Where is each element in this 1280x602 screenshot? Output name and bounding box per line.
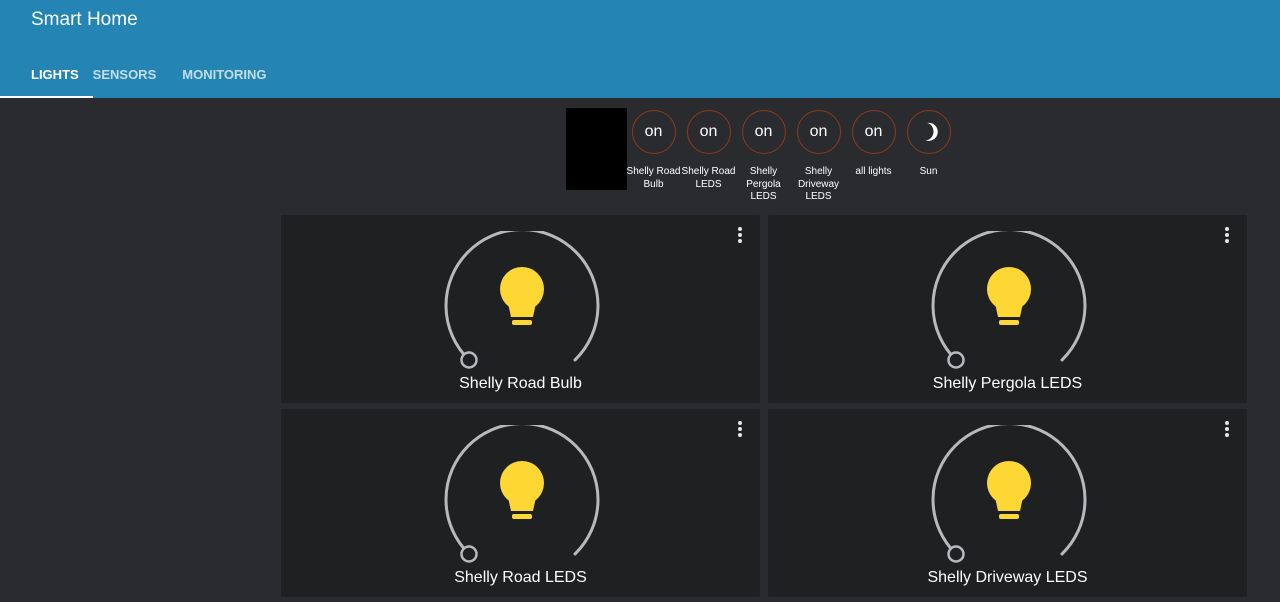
- dial-handle: [460, 351, 478, 369]
- light-name: Shelly Pergola LEDS: [932, 375, 1083, 392]
- tab-bar: LIGHTS SENSORS MONITORING: [0, 54, 280, 98]
- brightness-dial[interactable]: [931, 231, 1087, 371]
- more-vert-icon[interactable]: [734, 225, 746, 245]
- light-card-shelly-road-leds: Shelly Road LEDS: [281, 409, 760, 597]
- badge-label: Sun: [919, 166, 938, 177]
- light-card-shelly-road-bulb: Shelly Road Bulb: [281, 215, 760, 403]
- badge-shelly-road-leds[interactable]: on Shelly Road LEDS: [681, 110, 736, 191]
- badge-shelly-pergola-leds[interactable]: on Shelly Pergola LEDS: [736, 110, 791, 204]
- badge-state: on: [796, 110, 841, 154]
- app-header: Smart Home LIGHTS SENSORS MONITORING: [0, 0, 1280, 98]
- lightbulb-icon: [987, 267, 1031, 325]
- brightness-dial[interactable]: [444, 425, 600, 565]
- more-vert-icon[interactable]: [1221, 225, 1233, 245]
- badge-state: on: [741, 110, 786, 154]
- light-name: Shelly Driveway LEDS: [927, 569, 1088, 586]
- badge-label: all lights: [855, 166, 892, 177]
- badge-shelly-driveway-leds[interactable]: on Shelly Driveway LEDS: [791, 110, 846, 204]
- dial-handle: [947, 351, 965, 369]
- lightbulb-icon: [500, 461, 544, 519]
- badge-label: Shelly Driveway LEDS: [797, 166, 840, 202]
- badge-state: on: [851, 110, 896, 154]
- tab-monitoring[interactable]: MONITORING: [169, 54, 279, 98]
- badge-state: on: [631, 110, 676, 154]
- app-title: Smart Home: [31, 9, 138, 30]
- badge-label: Shelly Road Bulb: [626, 166, 681, 190]
- tab-lights-label: LIGHTS: [31, 67, 79, 82]
- more-vert-icon[interactable]: [1221, 419, 1233, 439]
- badge-sun[interactable]: Sun: [901, 110, 956, 179]
- tab-sensors-label: SENSORS: [92, 67, 157, 82]
- light-card-shelly-driveway-leds: Shelly Driveway LEDS: [768, 409, 1247, 597]
- badge-state: [906, 110, 951, 154]
- brightness-dial[interactable]: [444, 231, 600, 371]
- badge-label: Shelly Road LEDS: [681, 166, 736, 190]
- camera-thumbnail[interactable]: [566, 108, 627, 190]
- brightness-dial[interactable]: [931, 425, 1087, 565]
- badge-state: on: [686, 110, 731, 154]
- dial-handle: [947, 545, 965, 563]
- badge-shelly-road-bulb[interactable]: on Shelly Road Bulb: [626, 110, 681, 191]
- moon-icon: [924, 122, 938, 141]
- light-name: Shelly Road LEDS: [454, 569, 587, 586]
- badge-all-lights[interactable]: on all lights: [846, 110, 901, 179]
- lightbulb-icon: [500, 267, 544, 325]
- more-vert-icon[interactable]: [734, 419, 746, 439]
- tab-sensors[interactable]: SENSORS: [93, 54, 170, 98]
- tab-lights[interactable]: LIGHTS: [0, 54, 93, 98]
- lightbulb-icon: [987, 461, 1031, 519]
- light-name: Shelly Road Bulb: [459, 375, 582, 392]
- badge-label: Shelly Pergola LEDS: [746, 166, 781, 202]
- tab-monitoring-label: MONITORING: [182, 67, 267, 82]
- tab-active-indicator: [0, 96, 93, 98]
- light-card-shelly-pergola-leds: Shelly Pergola LEDS: [768, 215, 1247, 403]
- dial-handle: [460, 545, 478, 563]
